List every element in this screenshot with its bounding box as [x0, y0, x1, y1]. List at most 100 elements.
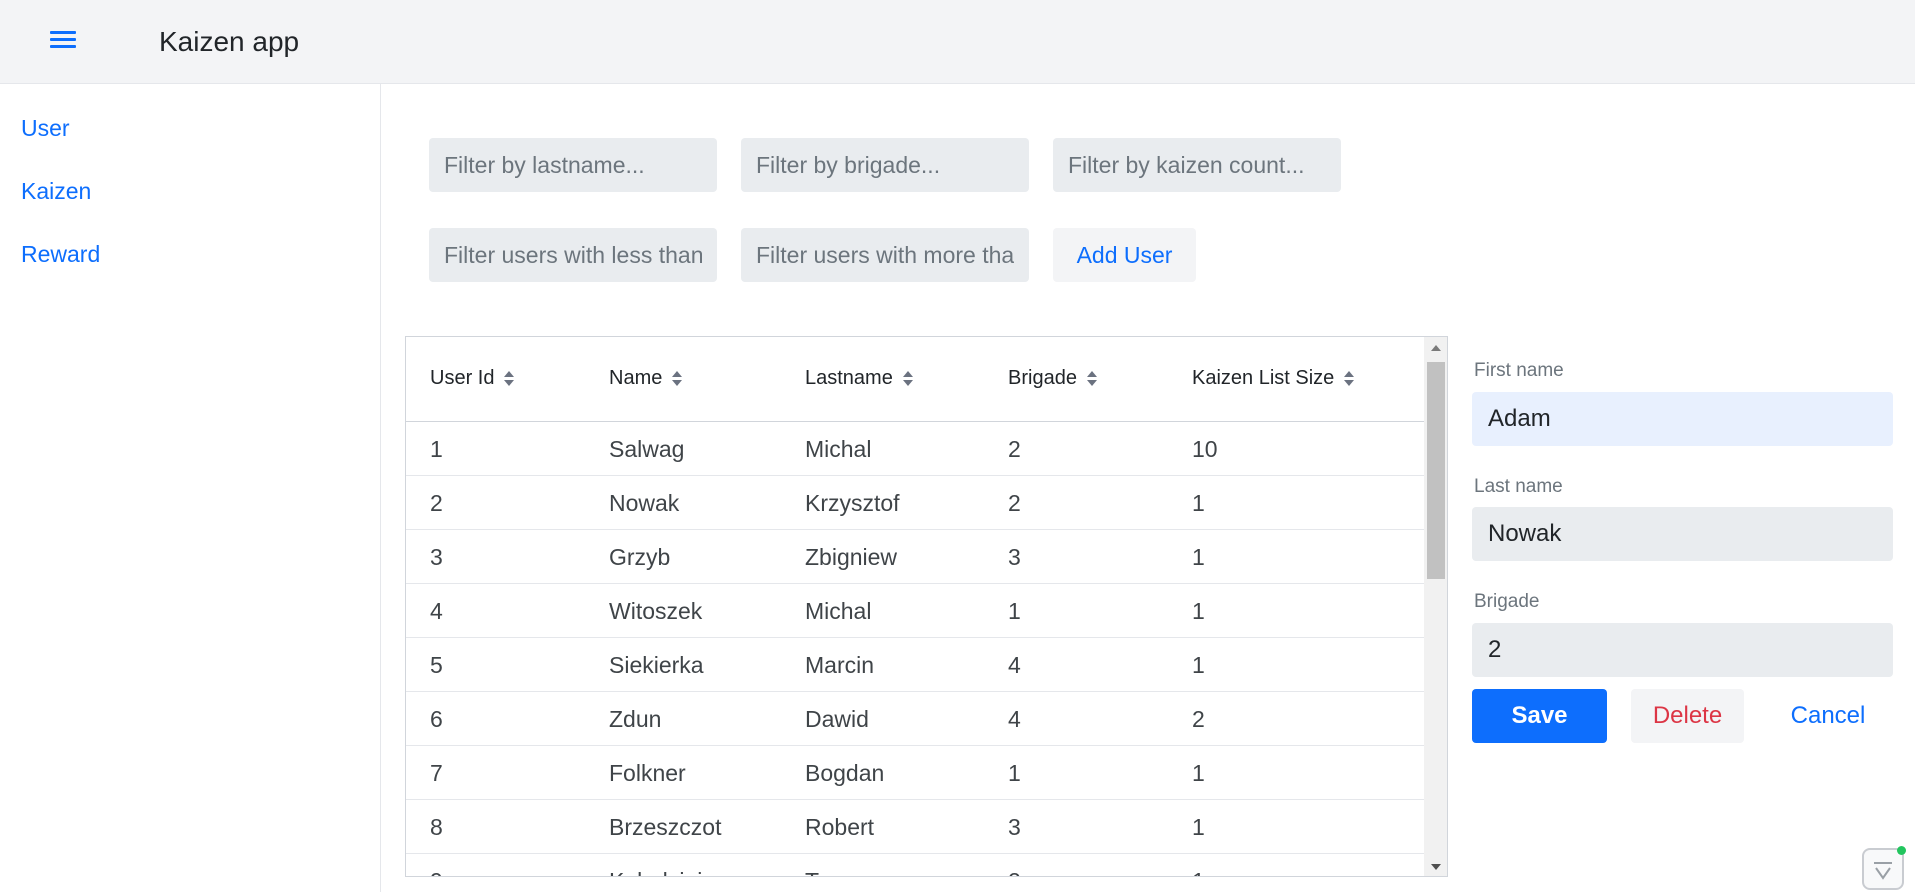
- table-row[interactable]: 5 Siekierka Marcin 4 1: [406, 638, 1424, 692]
- filter-lastname-input[interactable]: [429, 138, 717, 192]
- users-table: User Id Name Lastname Brigade Kaizen Lis…: [405, 336, 1448, 877]
- status-dot: [1897, 846, 1906, 855]
- sort-icon: [902, 370, 913, 388]
- cell-name: Nowak: [609, 490, 680, 516]
- column-header-label: User Id: [430, 367, 495, 389]
- table-row[interactable]: 8 Brzeszczot Robert 3 1: [406, 800, 1424, 854]
- save-button[interactable]: Save: [1472, 689, 1607, 743]
- cell-brigade: 4: [1008, 652, 1021, 678]
- cell-user-id: 7: [430, 760, 443, 786]
- sort-icon: [672, 370, 683, 388]
- table-row[interactable]: 1 Salwag Michal 2 10: [406, 422, 1424, 476]
- hamburger-menu-icon[interactable]: [50, 28, 80, 56]
- first-name-label: First name: [1474, 360, 1564, 381]
- cell-name: Witoszek: [609, 598, 703, 624]
- table-row[interactable]: 7 Folkner Bogdan 1 1: [406, 746, 1424, 800]
- sidebar: User Kaizen Reward: [0, 84, 381, 892]
- chat-widget-icon[interactable]: [1862, 846, 1906, 890]
- cell-lastname: Bogdan: [805, 760, 885, 786]
- cell-kaizen-list-size: 1: [1192, 760, 1205, 786]
- add-user-button[interactable]: Add User: [1053, 228, 1196, 282]
- cell-user-id: 9: [430, 868, 443, 876]
- sidebar-item-kaizen[interactable]: Kaizen: [21, 178, 91, 205]
- cell-kaizen-list-size: 10: [1192, 436, 1218, 462]
- cell-kaizen-list-size: 1: [1192, 544, 1205, 570]
- table-row[interactable]: 9 Kołodziej Tomasz 2 1: [406, 854, 1424, 876]
- cell-kaizen-list-size: 1: [1192, 814, 1205, 840]
- cell-lastname: Michal: [805, 598, 872, 624]
- table-row[interactable]: 3 Grzyb Zbigniew 3 1: [406, 530, 1424, 584]
- sort-icon: [504, 370, 515, 388]
- cell-name: Folkner: [609, 760, 686, 786]
- sidebar-item-reward[interactable]: Reward: [21, 241, 100, 268]
- column-header-kaizen-list-size[interactable]: Kaizen List Size: [1192, 367, 1355, 390]
- cell-brigade: 1: [1008, 598, 1021, 624]
- cell-brigade: 2: [1008, 490, 1021, 516]
- table-row[interactable]: 4 Witoszek Michal 1 1: [406, 584, 1424, 638]
- cell-brigade: 2: [1008, 436, 1021, 462]
- cancel-button[interactable]: Cancel: [1768, 689, 1888, 743]
- last-name-input[interactable]: [1472, 507, 1893, 561]
- cell-user-id: 6: [430, 706, 443, 732]
- column-header-brigade[interactable]: Brigade: [1008, 367, 1097, 390]
- cell-lastname: Zbigniew: [805, 544, 898, 570]
- sort-icon: [1086, 370, 1097, 388]
- cell-lastname: Marcin: [805, 652, 875, 678]
- delete-button[interactable]: Delete: [1631, 689, 1744, 743]
- filter-less-than-input[interactable]: [429, 228, 717, 282]
- cell-lastname: Robert: [805, 814, 875, 840]
- cell-lastname: Tomasz: [805, 868, 884, 876]
- cell-name: Grzyb: [609, 544, 671, 570]
- table-header: User Id Name Lastname Brigade Kaizen Lis…: [406, 337, 1424, 422]
- scroll-up-arrow-icon[interactable]: [1431, 345, 1441, 351]
- cell-kaizen-list-size: 1: [1192, 652, 1205, 678]
- cell-brigade: 1: [1008, 760, 1021, 786]
- column-header-label: Brigade: [1008, 367, 1077, 389]
- first-name-input[interactable]: [1472, 392, 1893, 446]
- cell-name: Zdun: [609, 706, 662, 732]
- column-header-label: Kaizen List Size: [1192, 367, 1335, 389]
- cell-brigade: 2: [1008, 868, 1021, 876]
- cell-lastname: Michal: [805, 436, 872, 462]
- cell-user-id: 4: [430, 598, 443, 624]
- cell-name: Salwag: [609, 436, 685, 462]
- sort-icon: [1344, 370, 1355, 388]
- table-scrollbar[interactable]: [1424, 337, 1447, 876]
- cell-user-id: 3: [430, 544, 443, 570]
- filter-kaizen-count-input[interactable]: [1053, 138, 1341, 192]
- cell-name: Kołodziej: [609, 868, 702, 876]
- cell-brigade: 3: [1008, 544, 1021, 570]
- brigade-input[interactable]: [1472, 623, 1893, 677]
- last-name-label: Last name: [1474, 476, 1563, 497]
- scroll-down-arrow-icon[interactable]: [1431, 864, 1441, 870]
- cell-user-id: 1: [430, 436, 443, 462]
- filter-more-than-input[interactable]: [741, 228, 1029, 282]
- column-header-label: Name: [609, 367, 663, 389]
- table-row[interactable]: 6 Zdun Dawid 4 2: [406, 692, 1424, 746]
- cell-user-id: 2: [430, 490, 443, 516]
- cell-user-id: 8: [430, 814, 443, 840]
- column-header-lastname[interactable]: Lastname: [805, 367, 913, 390]
- cell-kaizen-list-size: 1: [1192, 490, 1205, 516]
- filter-brigade-input[interactable]: [741, 138, 1029, 192]
- check-chevron-icon: [1874, 862, 1892, 880]
- app-title: Kaizen app: [159, 26, 300, 57]
- cell-user-id: 5: [430, 652, 443, 678]
- cell-kaizen-list-size: 2: [1192, 706, 1205, 732]
- top-bar: Kaizen app: [0, 0, 1915, 84]
- cell-brigade: 3: [1008, 814, 1021, 840]
- cell-lastname: Dawid: [805, 706, 869, 732]
- cell-kaizen-list-size: 1: [1192, 868, 1205, 876]
- table-row[interactable]: 2 Nowak Krzysztof 2 1: [406, 476, 1424, 530]
- brigade-label: Brigade: [1474, 591, 1540, 612]
- sidebar-item-user[interactable]: User: [21, 115, 70, 142]
- cell-brigade: 4: [1008, 706, 1021, 732]
- column-header-user-id[interactable]: User Id: [430, 367, 515, 390]
- cell-kaizen-list-size: 1: [1192, 598, 1205, 624]
- cell-name: Brzeszczot: [609, 814, 722, 840]
- column-header-label: Lastname: [805, 367, 893, 389]
- scroll-thumb[interactable]: [1427, 362, 1445, 579]
- cell-name: Siekierka: [609, 652, 704, 678]
- column-header-name[interactable]: Name: [609, 367, 683, 390]
- cell-lastname: Krzysztof: [805, 490, 900, 516]
